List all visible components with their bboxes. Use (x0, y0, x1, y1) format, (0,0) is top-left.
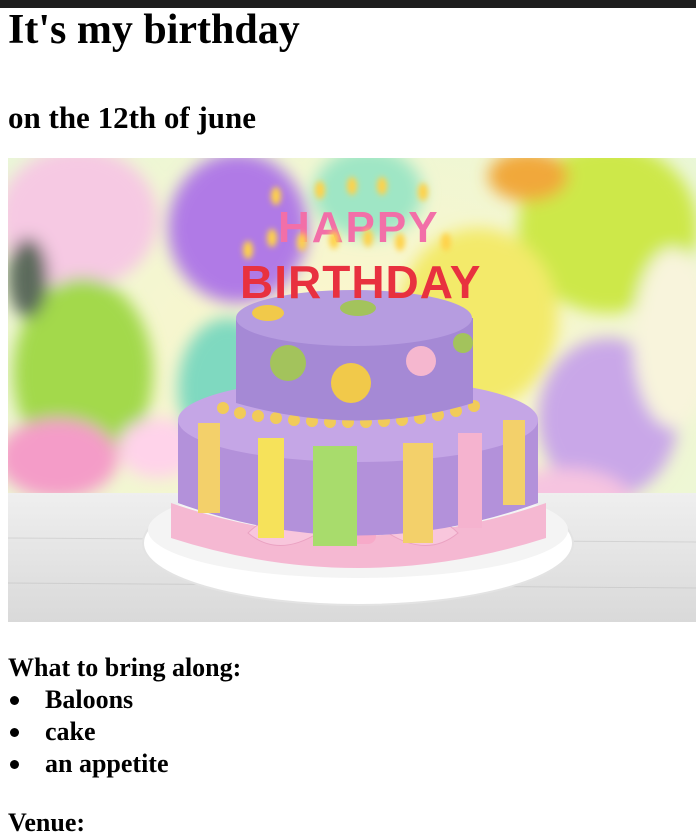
list-item-label: an appetite (45, 749, 169, 778)
page-content: It's my birthday on the 12th of june HAP… (8, 7, 696, 837)
birthday-cake-image: HAPPY BIRTHDAY (8, 158, 696, 622)
bullet-icon (10, 760, 19, 769)
list-item-label: cake (45, 717, 96, 746)
bring-along-heading: What to bring along: (8, 653, 242, 682)
page-subtitle: on the 12th of june (8, 100, 257, 135)
list-item: Baloons (10, 684, 169, 716)
bullet-icon (10, 696, 19, 705)
list-item: cake (10, 716, 169, 748)
list-item: an appetite (10, 748, 169, 780)
list-item-label: Baloons (45, 685, 134, 714)
page-title: It's my birthday (8, 7, 300, 53)
birthday-candles-text: BIRTHDAY (240, 256, 481, 308)
bring-along-list: Baloons cake an appetite (8, 684, 169, 780)
bullet-icon (10, 728, 19, 737)
venue-heading: Venue: (8, 808, 86, 837)
